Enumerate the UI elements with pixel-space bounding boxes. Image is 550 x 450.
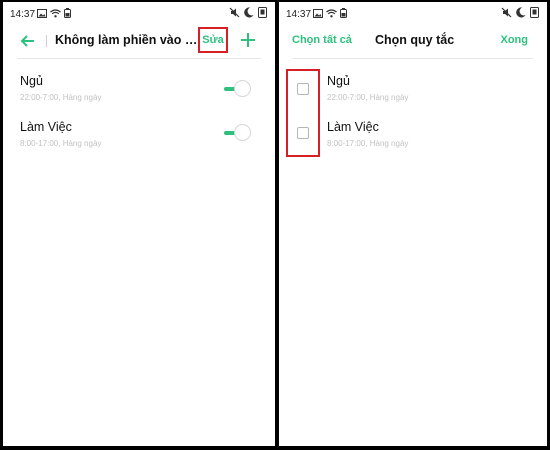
done-button[interactable]: Xong [501,34,529,46]
status-bar: 14:37 [279,2,547,26]
edit-button[interactable]: Sửa [198,27,228,53]
moon-icon [244,7,254,21]
screen-rules-list: 14:37 Không làm phiền vào cá... Sửa Ngủ … [3,2,275,446]
plus-icon[interactable] [240,32,256,48]
battery-icon [64,8,71,21]
wifi-icon [326,8,337,21]
rule-name: Làm Việc [327,120,379,134]
rule-name: Làm Việc [20,120,72,134]
toggle-knob [234,80,251,97]
rule-checkbox-work[interactable] [297,127,309,139]
rule-name: Ngủ [327,74,350,88]
select-all-button[interactable]: Chọn tất cả [292,34,352,46]
app-icon [258,7,267,21]
status-time: 14:37 [10,9,36,20]
battery-icon [340,8,347,21]
rule-schedule: 22:00-7:00, Hàng ngày [20,93,102,102]
status-time: 14:37 [286,9,312,20]
rule-name: Ngủ [20,74,43,88]
status-bar: 14:37 [3,2,275,26]
wifi-icon [50,8,61,21]
screen-select-rules: 14:37 Chọn tất cả Chọn quy tắc Xong Ngủ … [279,2,547,446]
moon-icon [516,7,526,21]
toggle-knob [234,124,251,141]
mute-icon [229,7,240,21]
page-title: Không làm phiền vào cá... [55,33,198,47]
image-icon [313,8,323,21]
rule-item-work[interactable]: Làm Việc 8:00-17:00, Hàng ngày [327,120,408,148]
toolbar: Không làm phiền vào cá... Sửa [3,26,275,56]
rule-item-sleep[interactable]: Ngủ 22:00-7:00, Hàng ngày [327,74,408,102]
page-title: Chọn quy tắc [375,33,455,47]
rule-schedule: 8:00-17:00, Hàng ngày [20,139,102,148]
toolbar-divider [293,58,533,59]
image-icon [37,8,47,21]
rule-item-work[interactable]: Làm Việc 8:00-17:00, Hàng ngày [20,120,101,148]
checkbox-column-highlight [286,69,320,157]
toolbar-divider [17,58,261,59]
arrow-left-icon[interactable] [19,32,37,50]
toolbar-separator [46,35,47,47]
rule-schedule: 22:00-7:00, Hàng ngày [327,93,409,102]
rule-toggle-work[interactable] [224,124,252,142]
mute-icon [501,7,512,21]
app-icon [530,7,539,21]
rule-schedule: 8:00-17:00, Hàng ngày [327,139,409,148]
rule-checkbox-sleep[interactable] [297,83,309,95]
rule-item-sleep[interactable]: Ngủ 22:00-7:00, Hàng ngày [20,74,101,102]
toolbar: Chọn tất cả Chọn quy tắc Xong [279,26,547,56]
rule-toggle-sleep[interactable] [224,80,252,98]
